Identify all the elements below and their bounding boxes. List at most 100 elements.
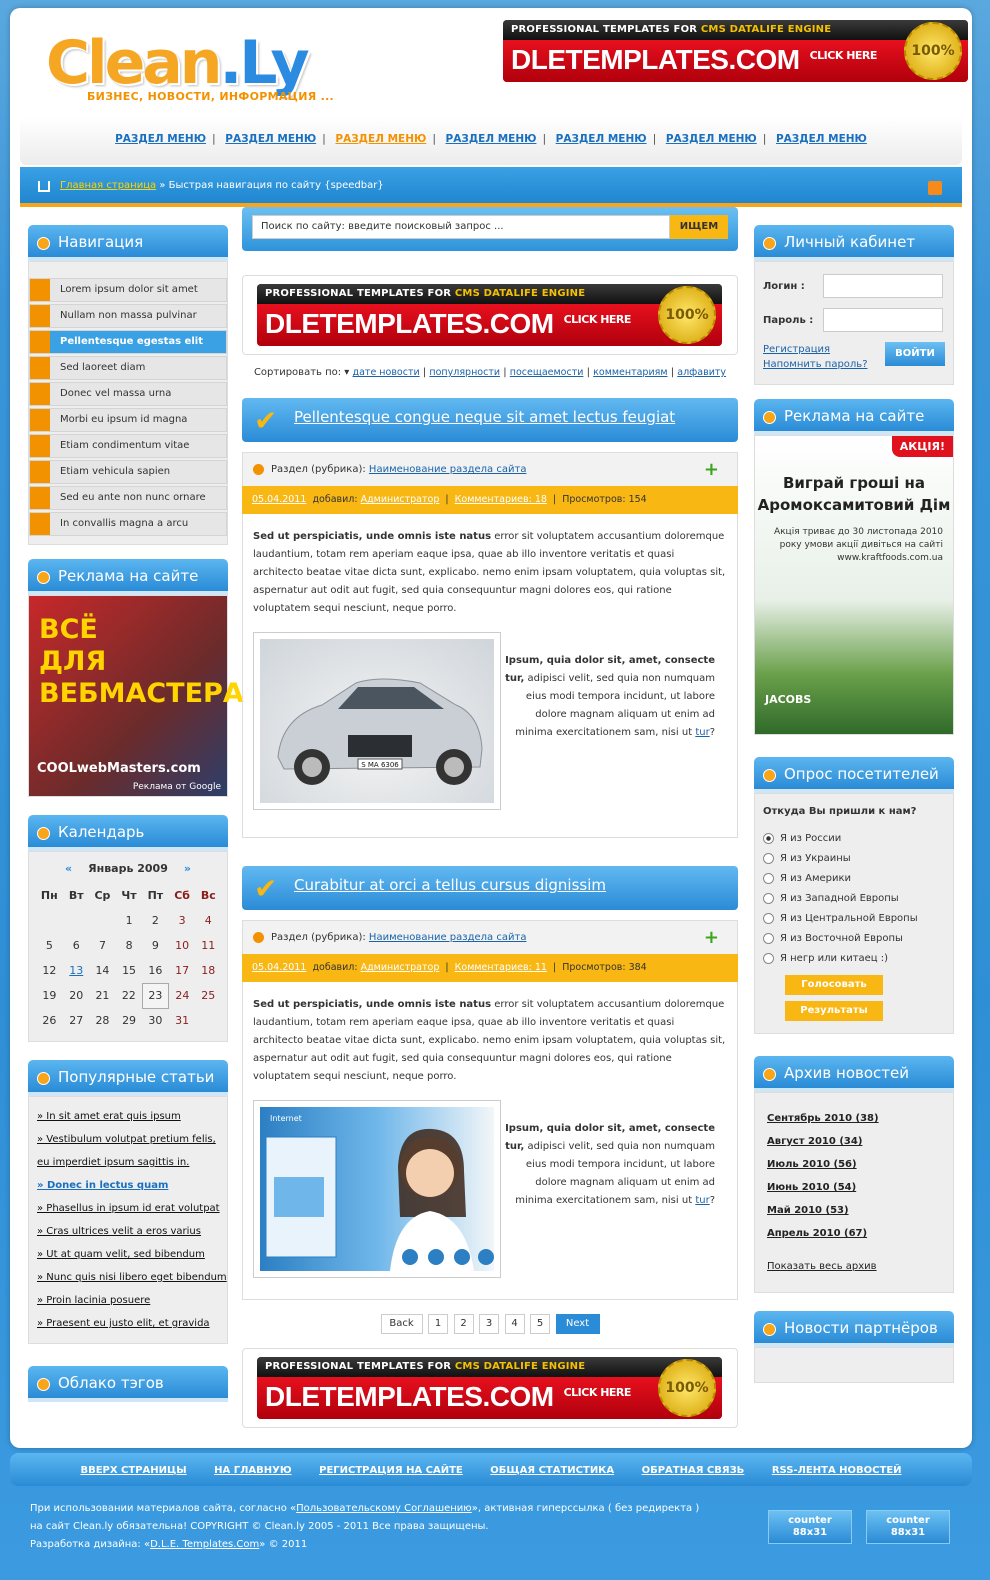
poll-option[interactable]: Я из Украины [763,849,945,869]
ads-title: Реклама на сайте [754,399,954,435]
results-button[interactable]: Результаты [785,1001,883,1021]
pager-page[interactable]: 1 [428,1314,448,1334]
footer-link[interactable]: RSS-ЛЕНТА НОВОСТЕЙ [772,1465,902,1476]
popular-link[interactable]: » Cras ultrices velit a eros varius [29,1220,227,1243]
menu-item[interactable]: РАЗДЕЛ МЕНЮ [115,133,206,145]
check-icon: ✔ [254,872,278,905]
pager-page[interactable]: 2 [453,1314,474,1334]
nav-item[interactable]: Etiam condimentum vitae [29,434,227,458]
plus-icon[interactable]: + [704,927,719,948]
nav-item[interactable]: Etiam vehicula sapien [29,460,227,484]
menu-item[interactable]: РАЗДЕЛ МЕНЮ [556,133,647,145]
seal-icon: 100% [658,1359,716,1417]
password-input[interactable] [823,308,943,332]
news-title[interactable]: Pellentesque congue neque sit amet lectu… [294,408,675,426]
footer-link[interactable]: ВВЕРХ СТРАНИЦЫ [80,1465,186,1476]
poll-option[interactable]: Я из Восточной Европы [763,929,945,949]
menu-item[interactable]: РАЗДЕЛ МЕНЮ [776,133,867,145]
sort-link[interactable]: алфавиту [677,367,726,378]
bottom-banner[interactable]: PROFESSIONAL TEMPLATES FOR CMS DATALIFE … [242,1348,738,1428]
pager-page[interactable]: 3 [479,1314,499,1334]
pager-page[interactable]: 4 [504,1314,525,1334]
counter-badge[interactable]: counter 88x31 [866,1510,950,1544]
nav-item[interactable]: In convallis magna a arcu [29,512,227,536]
footer-link[interactable]: НА ГЛАВНУЮ [214,1465,291,1476]
news-image[interactable]: S MA 6306 [253,632,501,810]
pagination: Back 1 2 3 4 5 Next [242,1300,738,1348]
poll-option[interactable]: Я из Америки [763,869,945,889]
menu-item[interactable]: РАЗДЕЛ МЕНЮ [225,133,316,145]
calendar-day-link[interactable]: 13 [64,958,89,983]
sort-link[interactable]: дате новости [353,367,420,378]
pager-next[interactable]: Next [555,1314,600,1334]
search-button[interactable]: ИЩЕМ [670,215,728,239]
login-input[interactable] [823,274,943,298]
jacobs-ad[interactable]: АКЦІЯ! Виграй гроші на Аромоксамитовий Д… [755,436,953,734]
footer-link[interactable]: ОБЩАЯ СТАТИСТИКА [490,1465,614,1476]
popular-link[interactable]: » Phasellus in ipsum id erat volutpat [29,1197,227,1220]
nav-item[interactable]: Pellentesque egestas elit [29,330,227,354]
news-category[interactable]: Наименование раздела сайта [369,464,527,475]
nav-item[interactable]: Sed laoreet diam [29,356,227,380]
popular-link[interactable]: » Vestibulum volutpat pretium felis, [29,1128,227,1151]
poll-option[interactable]: Я из Центральной Европы [763,909,945,929]
top-link-stats[interactable]: Общая статистика [360,34,488,52]
cabinet-title: Личный кабинет [754,225,954,261]
archive-link[interactable]: Июнь 2010 (54) [767,1176,941,1199]
menu-item[interactable]: РАЗДЕЛ МЕНЮ [446,133,537,145]
read-more-link[interactable]: tur [695,727,709,738]
vote-button[interactable]: Голосовать [785,975,883,995]
read-more-link[interactable]: tur [695,1195,709,1206]
archive-link[interactable]: Сентябрь 2010 (38) [767,1107,941,1130]
agreement-link[interactable]: Пользовательскому Соглашению [296,1503,472,1514]
sort-link[interactable]: посещаемости [510,367,584,378]
top-link-xml[interactable]: XML-карта [360,70,488,88]
sort-link[interactable]: комментариям [593,367,667,378]
poll-option[interactable]: Я негр или китаец :) [763,949,945,969]
nav-item[interactable]: Donec vel massa urna [29,382,227,406]
popular-link[interactable]: » Praesent eu justo elit, et gravida [29,1312,227,1335]
news-title[interactable]: Curabitur at orci a tellus cursus dignis… [294,876,606,894]
webmaster-ad[interactable]: ВСЁ ДЛЯ ВЕБМАСТЕРА COOLwebMasters.com Ре… [29,596,244,796]
top-link-home[interactable]: На главную [360,16,488,34]
footer-link[interactable]: РЕГИСТРАЦИЯ НА САЙТЕ [319,1465,463,1476]
login-button[interactable]: ВОЙТИ [885,342,945,366]
pager-back[interactable]: Back [380,1314,423,1334]
plus-icon[interactable]: + [704,459,719,480]
nav-item[interactable]: Morbi eu ipsum id magna [29,408,227,432]
menu-item[interactable]: РАЗДЕЛ МЕНЮ [666,133,757,145]
counter-badge[interactable]: counter 88x31 [768,1510,852,1544]
poll-option[interactable]: Я из Западной Европы [763,889,945,909]
poll-option[interactable]: Я из России [763,829,945,849]
popular-link[interactable]: » In sit amet erat quis ipsum [29,1105,227,1128]
archive-link[interactable]: Август 2010 (34) [767,1130,941,1153]
popular-link[interactable]: » Ut at quam velit, sed bibendum [29,1243,227,1266]
menu-item[interactable]: РАЗДЕЛ МЕНЮ [335,133,426,145]
popular-link[interactable]: eu imperdiet ipsum sagittis in. [29,1151,227,1174]
nav-item[interactable]: Lorem ipsum dolor sit amet [29,278,227,302]
top-link-feedback[interactable]: Обратная связь [360,52,488,70]
breadcrumb-home[interactable]: Главная страница [60,180,156,191]
nav-item[interactable]: Nullam non massa pulvinar [29,304,227,328]
site-logo[interactable]: Clean.Ly [46,28,310,98]
sort-link[interactable]: популярности [429,367,500,378]
news-image[interactable]: Internet [253,1100,501,1278]
archive-all-link[interactable]: Показать весь архив [767,1255,941,1278]
popular-link[interactable]: » Donec in lectus quam [29,1174,227,1197]
popular-link[interactable]: » Nunc quis nisi libero eget bibendum [29,1266,227,1289]
pager-page[interactable]: 5 [530,1314,550,1334]
rss-icon[interactable] [928,181,942,195]
popular-link[interactable]: » Proin lacinia posuere [29,1289,227,1312]
calendar-prev[interactable]: « [65,862,72,875]
footer-link[interactable]: ОБРАТНАЯ СВЯЗЬ [642,1465,745,1476]
news-category[interactable]: Наименование раздела сайта [369,932,527,943]
header-banner[interactable]: PROFESSIONAL TEMPLATES FOR CMS DATALIFE … [503,20,968,82]
calendar-next[interactable]: » [184,862,191,875]
designer-link[interactable]: D.L.E. Templates.Com [150,1539,259,1550]
archive-link[interactable]: Май 2010 (53) [767,1199,941,1222]
nav-item[interactable]: Sed eu ante non nunc ornare [29,486,227,510]
search-input[interactable]: Поиск по сайту: введите поисковый запрос… [252,215,670,239]
center-banner[interactable]: PROFESSIONAL TEMPLATES FOR CMS DATALIFE … [242,275,738,355]
archive-link[interactable]: Июль 2010 (56) [767,1153,941,1176]
archive-link[interactable]: Апрель 2010 (67) [767,1222,941,1245]
